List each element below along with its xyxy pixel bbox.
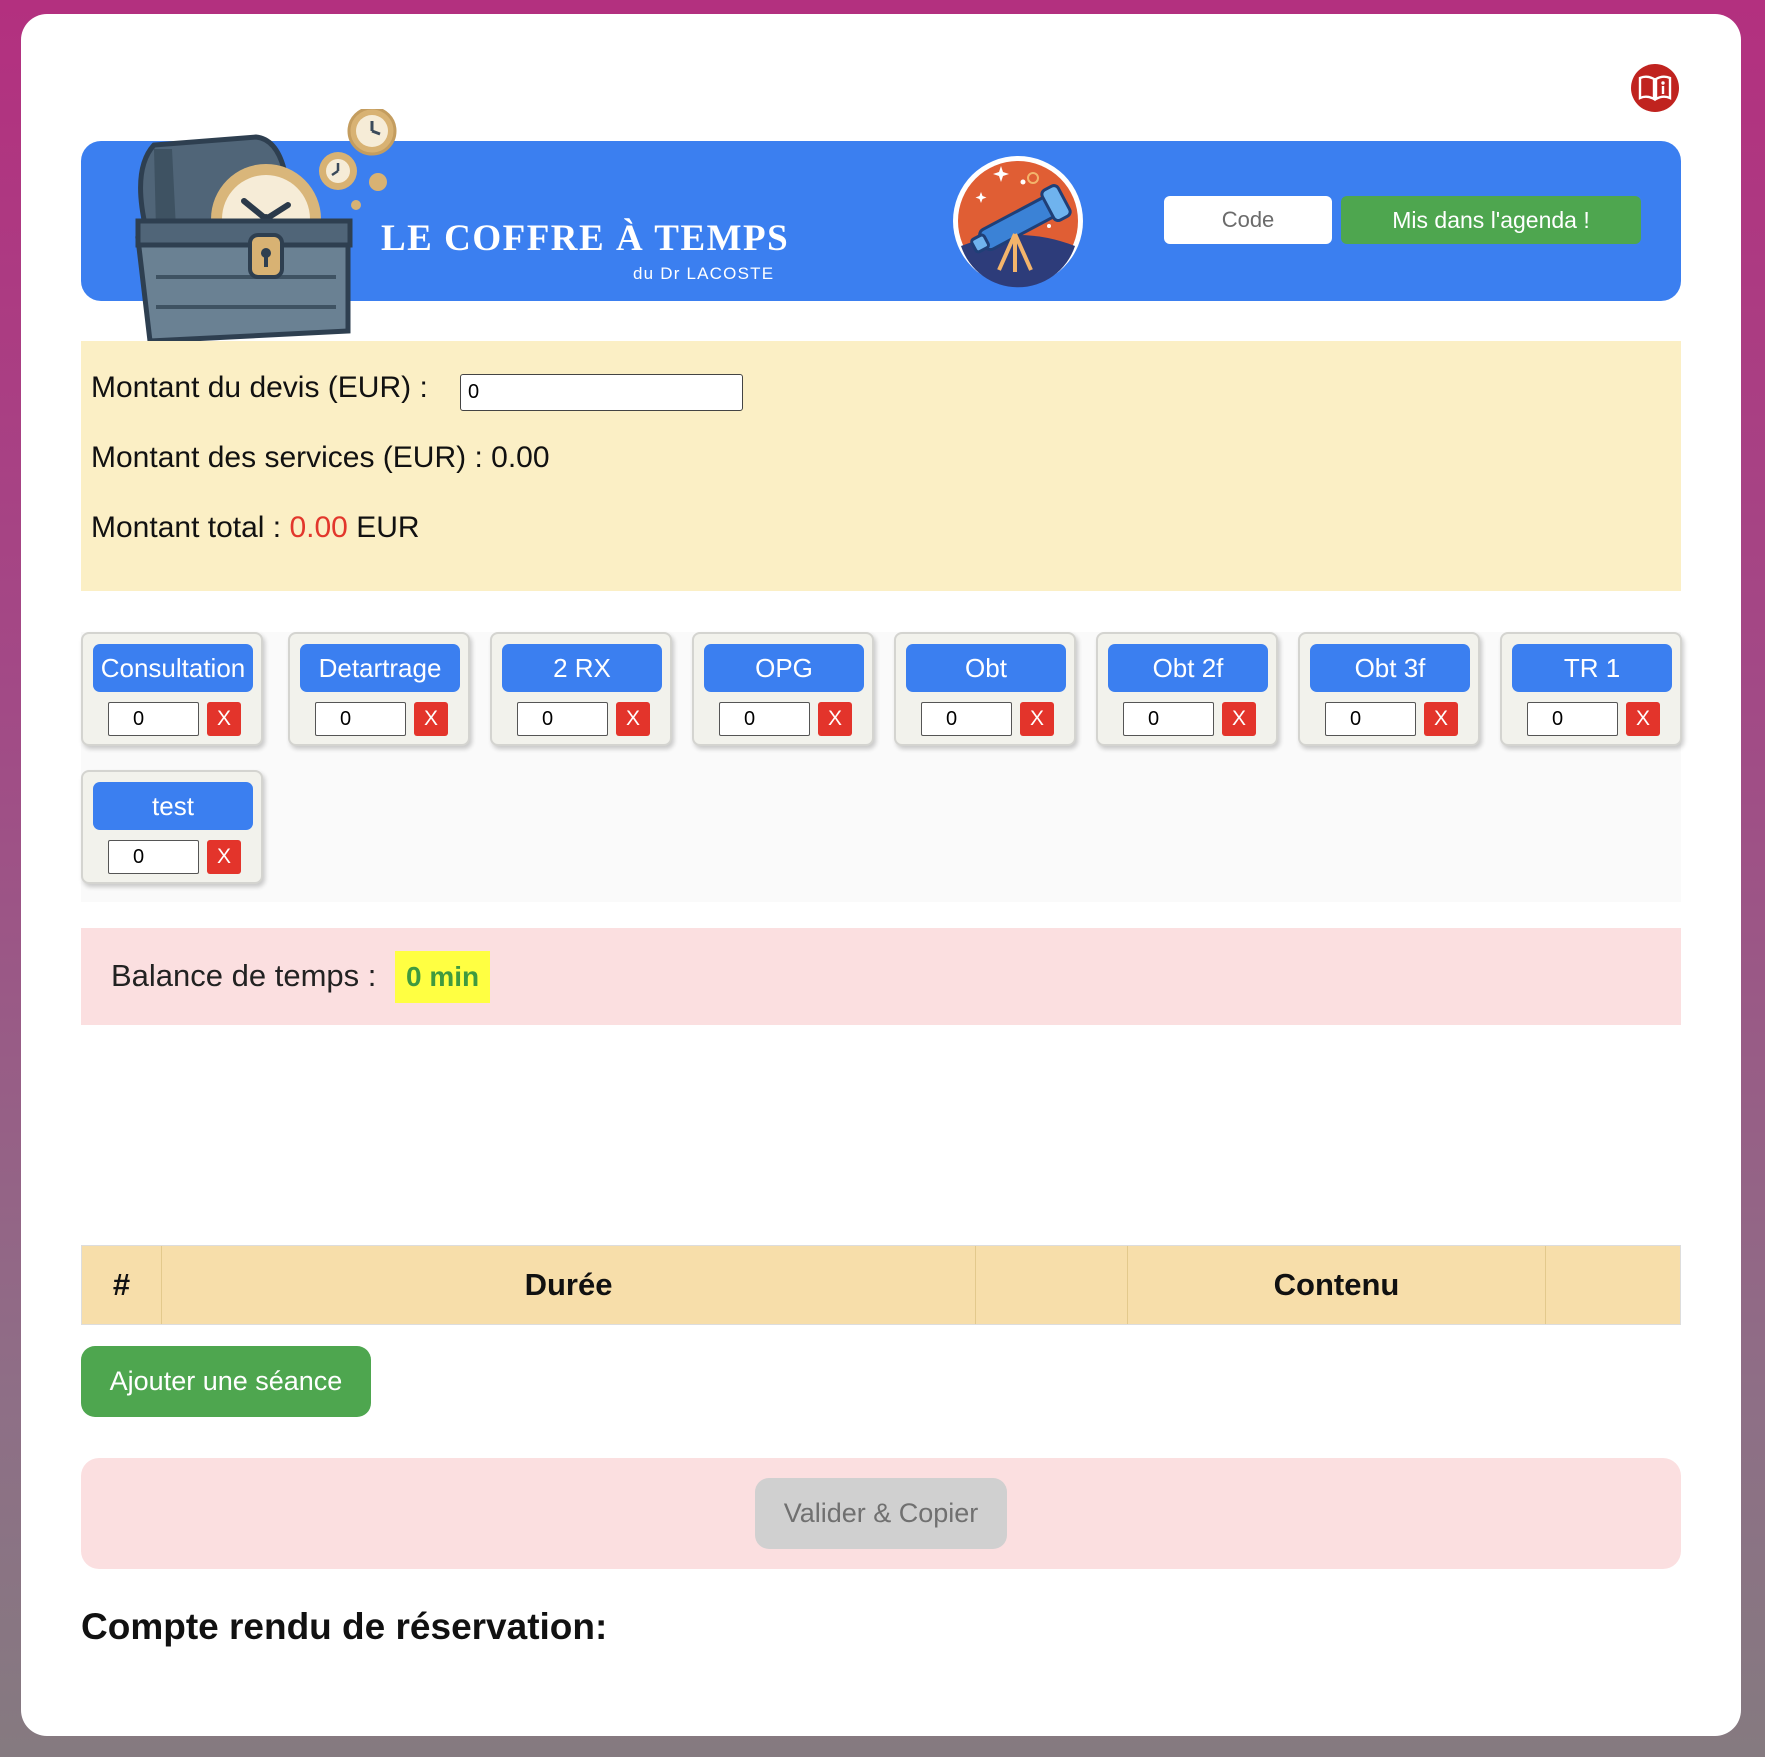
time-balance-value: 0 min — [395, 951, 491, 1003]
app-title: LE COFFRE À TEMPS — [381, 218, 790, 259]
add-to-agenda-button[interactable]: Mis dans l'agenda ! — [1341, 196, 1641, 244]
service-quantity-input[interactable] — [108, 840, 199, 874]
service-card-detartrage: Detartrage X — [288, 632, 470, 746]
service-quantity-input[interactable] — [108, 702, 199, 736]
validate-panel: Valider & Copier — [81, 1458, 1681, 1569]
service-remove-button[interactable]: X — [616, 702, 650, 736]
validate-copy-button[interactable]: Valider & Copier — [755, 1478, 1007, 1549]
service-button[interactable]: 2 RX — [502, 644, 662, 692]
service-remove-button[interactable]: X — [818, 702, 852, 736]
service-quantity-input[interactable] — [921, 702, 1012, 736]
service-remove-button[interactable]: X — [414, 702, 448, 736]
devis-label: Montant du devis (EUR) : — [91, 371, 428, 404]
service-card-consultation: Consultation X — [81, 632, 263, 746]
service-button[interactable]: Obt 3f — [1310, 644, 1470, 692]
service-remove-button[interactable]: X — [1626, 702, 1660, 736]
column-header-blank — [976, 1246, 1128, 1324]
service-quantity-input[interactable] — [1527, 702, 1618, 736]
code-input[interactable] — [1164, 196, 1332, 244]
services-amount-label: Montant des services (EUR) : — [91, 441, 483, 474]
service-button[interactable]: Obt 2f — [1108, 644, 1268, 692]
services-grid: Consultation X Detartrage X 2 RX X OPG X… — [81, 632, 1682, 902]
service-remove-button[interactable]: X — [1222, 702, 1256, 736]
total-amount-unit: EUR — [356, 511, 420, 544]
report-title: Compte rendu de réservation: — [81, 1606, 608, 1647]
service-card-opg: OPG X — [692, 632, 874, 746]
sessions-table-header: # Durée Contenu — [81, 1245, 1681, 1325]
column-header-content: Contenu — [1128, 1246, 1546, 1324]
telescope-logo — [953, 156, 1083, 288]
service-button[interactable]: OPG — [704, 644, 864, 692]
service-remove-button[interactable]: X — [207, 840, 241, 874]
amounts-panel: Montant du devis (EUR) : Montant des ser… — [81, 341, 1681, 591]
service-card-obt-2f: Obt 2f X — [1096, 632, 1278, 746]
column-header-duration: Durée — [162, 1246, 976, 1324]
service-button[interactable]: TR 1 — [1512, 644, 1672, 692]
service-remove-button[interactable]: X — [207, 702, 241, 736]
service-button[interactable]: test — [93, 782, 253, 830]
total-amount-label: Montant total : — [91, 511, 282, 544]
book-info-icon[interactable] — [1631, 64, 1679, 112]
add-session-button[interactable]: Ajouter une séance — [81, 1346, 371, 1417]
column-header-number: # — [82, 1246, 162, 1324]
devis-row: Montant du devis (EUR) : — [91, 371, 428, 405]
service-card-test: test X — [81, 770, 263, 884]
service-quantity-input[interactable] — [1325, 702, 1416, 736]
service-quantity-input[interactable] — [719, 702, 810, 736]
service-button[interactable]: Consultation — [93, 644, 253, 692]
time-balance-panel: Balance de temps : 0 min — [81, 928, 1681, 1025]
service-card-tr1: TR 1 X — [1500, 632, 1682, 746]
service-card-2rx: 2 RX X — [490, 632, 672, 746]
total-amount-row: Montant total : 0.00 EUR — [91, 511, 420, 545]
main-page: LE COFFRE À TEMPS du Dr LACOSTE Mis dans… — [21, 14, 1741, 1736]
time-balance-label: Balance de temps : — [111, 958, 377, 993]
service-quantity-input[interactable] — [315, 702, 406, 736]
treasure-chest-clock-logo — [135, 109, 397, 344]
service-remove-button[interactable]: X — [1424, 702, 1458, 736]
service-quantity-input[interactable] — [1123, 702, 1214, 736]
total-amount-value: 0.00 — [289, 511, 348, 544]
service-quantity-input[interactable] — [517, 702, 608, 736]
service-button[interactable]: Obt — [906, 644, 1066, 692]
services-amount-value: 0.00 — [491, 441, 550, 474]
service-card-obt: Obt X — [894, 632, 1076, 746]
service-button[interactable]: Detartrage — [300, 644, 460, 692]
column-header-actions — [1546, 1246, 1680, 1324]
devis-amount-input[interactable] — [460, 374, 743, 411]
service-card-obt-3f: Obt 3f X — [1298, 632, 1480, 746]
services-amount-row: Montant des services (EUR) : 0.00 — [91, 441, 550, 475]
service-remove-button[interactable]: X — [1020, 702, 1054, 736]
app-subtitle: du Dr LACOSTE — [633, 264, 775, 283]
